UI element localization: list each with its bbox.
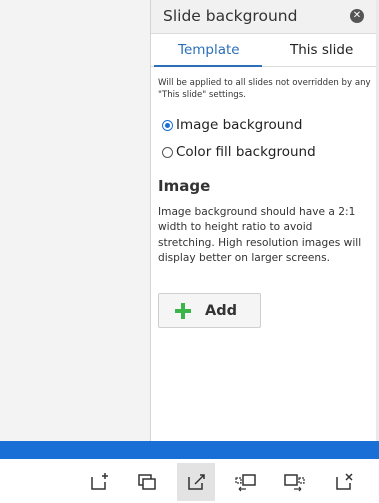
close-icon[interactable]: ✕ <box>350 9 364 23</box>
slide-toolbar <box>0 459 379 503</box>
slide-background-panel: Slide background ✕ Template This slide W… <box>150 0 376 441</box>
color-fill-background-label: Color fill background <box>176 144 316 160</box>
add-button-label: Add <box>205 302 237 319</box>
active-tab-indicator <box>154 65 262 67</box>
scope-note: Will be applied to all slides not overri… <box>158 78 371 100</box>
slide-canvas-area <box>0 0 150 441</box>
add-slide-icon <box>91 473 108 490</box>
move-slide-left-icon <box>235 474 256 492</box>
tab-bar: Template This slide <box>151 34 376 67</box>
move-slide-right-icon <box>284 474 305 492</box>
image-description: Image background should have a 2:1 width… <box>158 206 362 264</box>
image-background-radio[interactable] <box>162 119 173 131</box>
color-fill-background-option[interactable]: Color fill background <box>162 144 316 160</box>
plus-icon <box>175 302 191 319</box>
duplicate-slide-button[interactable] <box>128 463 166 501</box>
tab-this-slide[interactable]: This slide <box>290 42 353 58</box>
color-fill-background-radio[interactable] <box>162 146 173 158</box>
image-background-option[interactable]: Image background <box>162 117 302 133</box>
slide-background-icon <box>188 474 205 490</box>
add-slide-button[interactable] <box>80 463 118 501</box>
move-slide-right-button[interactable] <box>276 463 314 501</box>
panel-header: Slide background ✕ <box>151 0 376 34</box>
move-slide-left-button[interactable] <box>226 463 264 501</box>
add-image-button[interactable]: Add <box>158 293 261 328</box>
duplicate-slide-icon <box>138 474 156 490</box>
image-section-heading: Image <box>158 177 211 195</box>
status-bar <box>0 441 379 459</box>
panel-title: Slide background <box>163 7 298 25</box>
delete-slide-icon <box>336 473 353 490</box>
delete-slide-button[interactable] <box>325 463 363 501</box>
slide-background-button[interactable] <box>177 463 215 501</box>
image-background-label: Image background <box>176 117 303 133</box>
tab-template[interactable]: Template <box>178 42 240 58</box>
